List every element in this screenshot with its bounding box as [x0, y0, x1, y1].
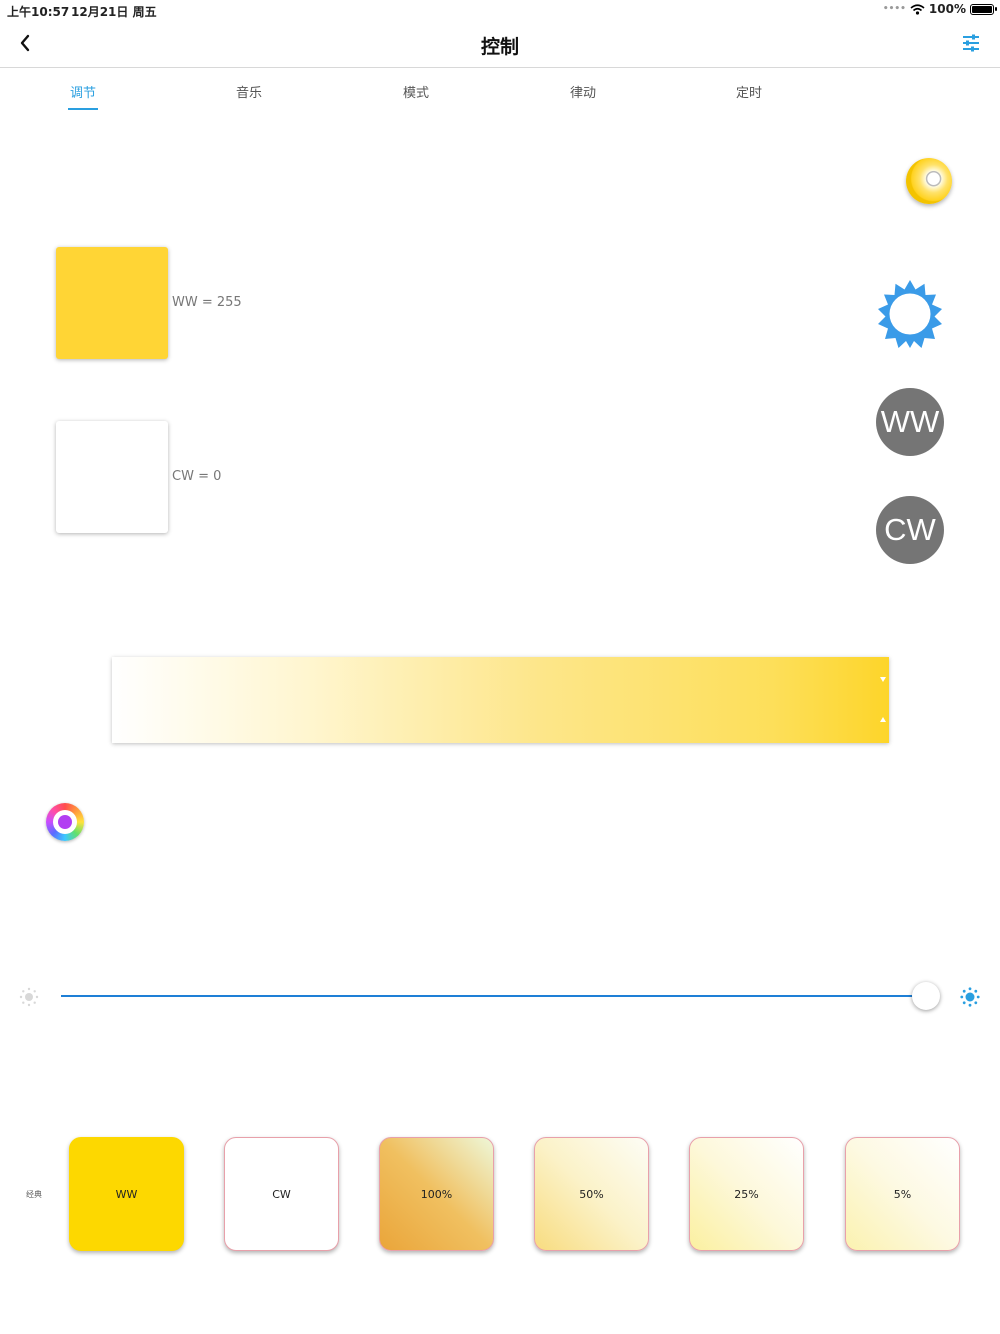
sliders-icon: [963, 34, 979, 52]
settings-button[interactable]: [960, 32, 982, 54]
tab-bar: 调节 音乐 模式 律动 定时: [0, 78, 1000, 114]
disc-button[interactable]: [906, 158, 952, 204]
color-temperature-bar[interactable]: [112, 657, 889, 743]
preset-cw[interactable]: CW: [224, 1137, 339, 1251]
tab-underline: [68, 108, 98, 110]
sun-icon: [878, 280, 942, 348]
status-date: 12月21日 周五: [71, 5, 157, 19]
page-title: 控制: [480, 36, 519, 58]
preset-label: 25%: [734, 1187, 759, 1201]
preset-section-label: 经典: [26, 1190, 42, 1199]
sun-button[interactable]: [876, 280, 944, 348]
tab-music[interactable]: 音乐: [209, 82, 289, 101]
status-time: 上午10:57: [7, 5, 70, 19]
preset-label: 50%: [579, 1187, 604, 1201]
preset-50[interactable]: 50%: [534, 1137, 649, 1251]
brightness-slider-knob[interactable]: [912, 982, 940, 1010]
preset-25[interactable]: 25%: [689, 1137, 804, 1251]
cw-swatch: [56, 421, 168, 533]
preset-label: 5%: [893, 1187, 912, 1201]
tab-mode[interactable]: 模式: [376, 82, 456, 101]
tab-rhythm[interactable]: 律动: [543, 82, 623, 101]
brightness-slider-track[interactable]: [61, 995, 926, 997]
preset-ww[interactable]: WW: [69, 1137, 184, 1251]
palette-dot-icon: [58, 815, 72, 829]
ww-value-label: WW = 255: [172, 295, 242, 310]
battery-icon: [970, 3, 997, 15]
preset-5[interactable]: 5%: [845, 1137, 960, 1251]
tab-timer[interactable]: 定时: [709, 82, 789, 101]
battery-percent: 100%: [928, 2, 966, 16]
status-bar: 上午10:57 12月21日 周五 •••• 100%: [0, 0, 1000, 20]
preset-label: 100%: [420, 1187, 453, 1201]
tab-adjust[interactable]: 调节: [43, 82, 123, 101]
preset-100[interactable]: 100%: [379, 1137, 494, 1251]
preset-label: WW: [115, 1187, 138, 1201]
cw-value-label: CW = 0: [172, 469, 222, 484]
preset-label: CW: [272, 1187, 291, 1201]
bar-arrow-up-icon: [880, 717, 886, 722]
bar-arrow-down-icon: [880, 677, 886, 682]
brightness-high-icon: [960, 987, 980, 1007]
ww-button[interactable]: WW: [876, 388, 944, 456]
status-right: •••• 100%: [882, 2, 997, 16]
brightness-low-icon: [19, 987, 39, 1007]
signal-dots: ••••: [882, 4, 906, 14]
color-palette-button[interactable]: [46, 803, 84, 841]
nav-bar: 控制: [0, 20, 1000, 68]
wifi-icon: [910, 3, 925, 15]
cw-button[interactable]: CW: [876, 496, 944, 564]
ww-swatch: [56, 247, 168, 359]
